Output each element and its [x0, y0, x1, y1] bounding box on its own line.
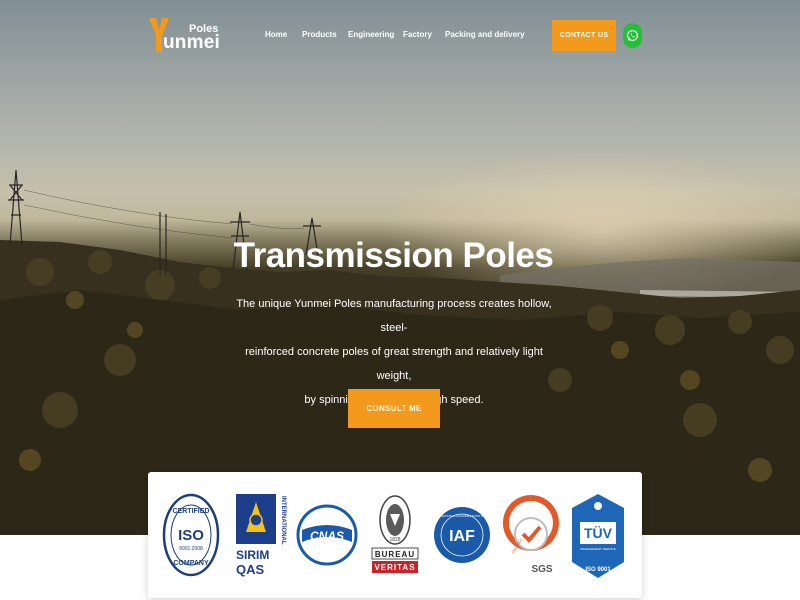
- certifications-card: CERTIFIED ISO 9001:2008 COMPANY SIRIM QA…: [148, 472, 642, 598]
- iso-certified-logo: CERTIFIED ISO 9001:2008 COMPANY: [162, 493, 220, 577]
- iso-code-text: 9001:2008: [179, 546, 203, 552]
- nav-item-engineering[interactable]: Engineering: [348, 30, 394, 39]
- hero-title: Transmission Poles: [233, 236, 554, 275]
- sgs-logo: ISO 9001 SGS: [503, 495, 559, 575]
- sirim-qas-logo: SIRIM QAS INTERNATIONAL: [236, 494, 286, 577]
- whatsapp-button[interactable]: [623, 23, 642, 48]
- brand-main-label: unmei: [163, 32, 220, 53]
- bureau-year-text: 1828: [389, 537, 400, 543]
- sirim-line2-text: QAS: [236, 562, 265, 577]
- tuv-text: TÜV: [584, 525, 613, 541]
- contact-us-button[interactable]: CONTACT US: [552, 20, 616, 51]
- bureau-veritas-logo: 1828 BUREAU VERITAS: [371, 495, 419, 573]
- hero-description-line: The unique Yunmei Poles manufacturing pr…: [236, 298, 552, 334]
- hero-description-line: reinforced concrete poles of great stren…: [245, 346, 543, 382]
- sirim-side-text: INTERNATIONAL: [280, 496, 286, 545]
- iaf-text: IAF: [449, 528, 475, 545]
- iso-mid-text: ISO: [178, 527, 204, 544]
- iaf-logo: IAF INTERNATIONAL ACCREDITATION FORUM: [432, 507, 493, 563]
- iaf-ring-text: INTERNATIONAL ACCREDITATION FORUM: [432, 514, 493, 518]
- sirim-line1-text: SIRIM: [236, 548, 269, 562]
- bureau-line1-text: BUREAU: [375, 550, 415, 559]
- tuv-sub-text: MANAGEMENT SERVICE: [580, 547, 615, 551]
- nav-item-products[interactable]: Products: [302, 30, 337, 39]
- cnas-logo: CNAS: [296, 504, 358, 566]
- tuv-logo: TÜV MANAGEMENT SERVICE ISO 9001: [572, 494, 624, 578]
- consult-me-button[interactable]: CONSULT ME: [348, 389, 440, 428]
- iso-bottom-text: COMPANY: [173, 560, 209, 567]
- sgs-text: SGS: [531, 564, 552, 575]
- brand-logo[interactable]: Poles unmei: [147, 16, 221, 56]
- cnas-text: CNAS: [310, 529, 344, 543]
- nav-item-home[interactable]: Home: [265, 30, 287, 39]
- whatsapp-icon: [627, 30, 638, 41]
- tuv-code-text: ISO 9001: [585, 567, 611, 573]
- iso-top-text: CERTIFIED: [173, 508, 210, 515]
- nav-item-packing-delivery[interactable]: Packing and delivery: [445, 30, 525, 39]
- nav-item-factory[interactable]: Factory: [403, 30, 432, 39]
- bureau-line2-text: VERITAS: [374, 563, 415, 572]
